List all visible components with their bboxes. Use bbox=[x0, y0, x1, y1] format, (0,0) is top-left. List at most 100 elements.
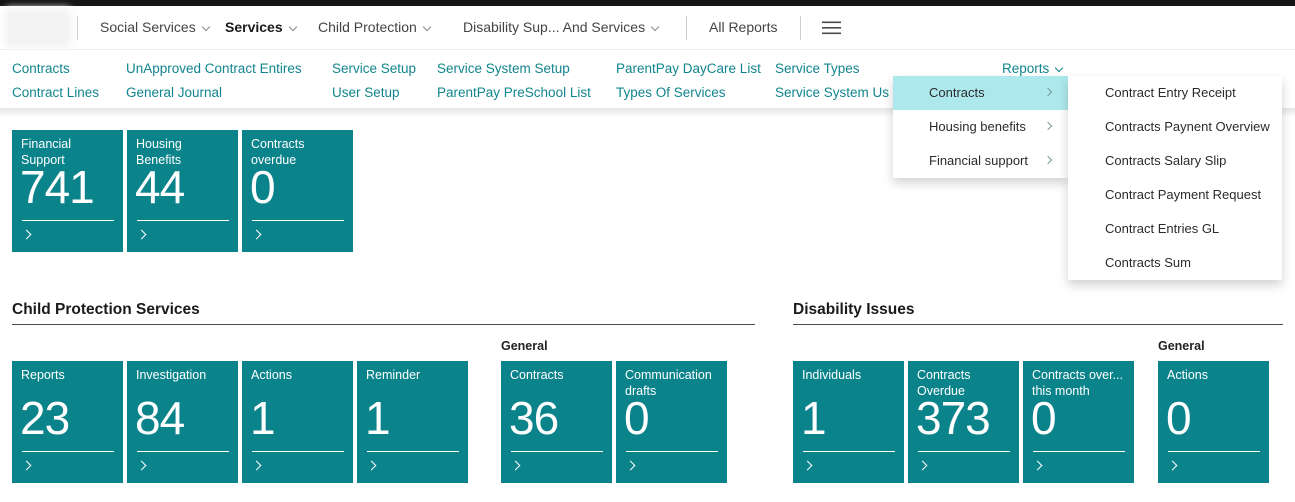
chevron-right-icon bbox=[1043, 121, 1053, 131]
chevron-right-icon bbox=[136, 229, 147, 240]
chevron-right-icon bbox=[21, 229, 32, 240]
cue-tile-value: 0 bbox=[250, 161, 276, 213]
ribbon-column: Service System Setup ParentPay PreSchool… bbox=[437, 57, 591, 105]
cue-tile-individuals[interactable]: Individuals 1 bbox=[793, 361, 904, 483]
chevron-right-icon bbox=[802, 460, 813, 471]
cue-tile-value: 84 bbox=[135, 392, 185, 444]
cue-tile-actions[interactable]: Actions 1 bbox=[242, 361, 353, 483]
cue-tile-investigation[interactable]: Investigation 84 bbox=[127, 361, 238, 483]
cue-tile-contracts-over-this-month[interactable]: Contracts over... this month 0 bbox=[1023, 361, 1134, 483]
cue-tile-contracts-overdue[interactable]: Contracts overdue 0 bbox=[242, 130, 353, 252]
tile-divider bbox=[1168, 451, 1260, 452]
ribbon-link-service-system-users[interactable]: Service System Us bbox=[775, 81, 889, 105]
cue-tile-value: 1 bbox=[250, 392, 276, 444]
submenu-item-contracts-salary-slip[interactable]: Contracts Salary Slip bbox=[1068, 144, 1282, 178]
group-label-general: General bbox=[1158, 339, 1205, 353]
chevron-down-icon bbox=[650, 22, 660, 32]
submenu-item-contracts-sum[interactable]: Contracts Sum bbox=[1068, 246, 1282, 280]
ribbon-column: UnApproved Contract Entires General Jour… bbox=[126, 57, 302, 105]
nav-item-label: Child Protection bbox=[318, 19, 417, 35]
reports-dropdown-menu: Contracts Housing benefits Financial sup… bbox=[893, 76, 1068, 178]
cue-tile-value: 1 bbox=[365, 392, 391, 444]
cue-tile-label: Contracts bbox=[510, 368, 564, 382]
ribbon-link-service-types[interactable]: Service Types bbox=[775, 57, 889, 81]
chevron-down-icon bbox=[201, 22, 210, 32]
submenu-item-contracts-paynent-overview[interactable]: Contracts Paynent Overview bbox=[1068, 110, 1282, 144]
tile-divider bbox=[252, 451, 344, 452]
cue-tile-label: Investigation bbox=[136, 368, 207, 382]
chevron-right-icon bbox=[21, 460, 32, 471]
cue-tile-value: 0 bbox=[1031, 392, 1057, 444]
nav-item-social-services[interactable]: Social Services bbox=[100, 6, 210, 49]
ribbon-column: Service Types Service System Us bbox=[775, 57, 889, 105]
tile-divider bbox=[367, 451, 459, 452]
chevron-right-icon bbox=[1032, 460, 1043, 471]
menu-item-label: Financial support bbox=[929, 153, 1028, 168]
nav-item-child-protection[interactable]: Child Protection bbox=[318, 6, 432, 49]
cue-tile-communication-drafts[interactable]: Communication drafts 0 bbox=[616, 361, 727, 483]
chevron-right-icon bbox=[1167, 460, 1178, 471]
submenu-item-contract-entries-gl[interactable]: Contract Entries GL bbox=[1068, 212, 1282, 246]
nav-item-all-reports[interactable]: All Reports bbox=[709, 6, 777, 49]
ribbon-link-contracts[interactable]: Contracts bbox=[12, 57, 99, 81]
section-rule bbox=[12, 324, 755, 325]
cue-tile-reminder[interactable]: Reminder 1 bbox=[357, 361, 468, 483]
ribbon-link-parentpay-preschool-list[interactable]: ParentPay PreSchool List bbox=[437, 81, 591, 105]
cue-tile-label: Actions bbox=[1167, 368, 1208, 382]
menu-item-contracts[interactable]: Contracts bbox=[893, 76, 1068, 110]
menu-item-financial-support[interactable]: Financial support bbox=[893, 144, 1068, 178]
chevron-down-icon bbox=[422, 22, 432, 32]
top-navbar: Social Services Services Child Protectio… bbox=[0, 6, 1295, 50]
tile-divider bbox=[626, 451, 718, 452]
chevron-right-icon bbox=[366, 460, 377, 471]
ribbon-link-service-setup[interactable]: Service Setup bbox=[332, 57, 416, 81]
divider bbox=[800, 16, 801, 40]
ribbon-link-types-of-services[interactable]: Types Of Services bbox=[616, 81, 761, 105]
ribbon-link-general-journal[interactable]: General Journal bbox=[126, 81, 302, 105]
cue-tile-value: 36 bbox=[509, 392, 559, 444]
ribbon-link-service-system-setup[interactable]: Service System Setup bbox=[437, 57, 591, 81]
ribbon-link-parentpay-daycare-list[interactable]: ParentPay DayCare List bbox=[616, 57, 761, 81]
chevron-down-icon bbox=[1055, 63, 1064, 73]
cue-tile-label: Individuals bbox=[802, 368, 862, 382]
nav-item-label: Services bbox=[225, 19, 283, 35]
cue-tile-contracts-overdue-disability[interactable]: Contracts Overdue 373 bbox=[908, 361, 1019, 483]
section-rule bbox=[793, 324, 1283, 325]
tile-divider bbox=[137, 220, 229, 221]
submenu-item-contract-entry-receipt[interactable]: Contract Entry Receipt bbox=[1068, 76, 1282, 110]
tile-divider bbox=[803, 451, 895, 452]
hamburger-menu-icon[interactable] bbox=[822, 21, 841, 40]
chevron-right-icon bbox=[1043, 87, 1053, 97]
tile-divider bbox=[137, 451, 229, 452]
tile-divider bbox=[252, 220, 344, 221]
cue-tile-contracts-general[interactable]: Contracts 36 bbox=[501, 361, 612, 483]
submenu-item-contract-payment-request[interactable]: Contract Payment Request bbox=[1068, 178, 1282, 212]
chevron-right-icon bbox=[136, 460, 147, 471]
cue-tile-value: 44 bbox=[135, 161, 185, 213]
nav-item-services[interactable]: Services bbox=[225, 6, 297, 49]
chevron-right-icon bbox=[625, 460, 636, 471]
chevron-down-icon bbox=[288, 22, 297, 32]
tile-divider bbox=[22, 220, 114, 221]
cue-tile-label: Reports bbox=[21, 368, 65, 382]
nav-item-disability-services[interactable]: Disability Sup... And Services bbox=[463, 6, 660, 49]
cue-tile-value: 1 bbox=[801, 392, 827, 444]
cue-tile-reports[interactable]: Reports 23 bbox=[12, 361, 123, 483]
tile-divider bbox=[1033, 451, 1125, 452]
tile-divider bbox=[918, 451, 1010, 452]
cue-tile-label: Reminder bbox=[366, 368, 421, 382]
ribbon-link-unapproved-contract-entires[interactable]: UnApproved Contract Entires bbox=[126, 57, 302, 81]
ribbon-link-contract-lines[interactable]: Contract Lines bbox=[12, 81, 99, 105]
menu-item-label: Contracts bbox=[929, 85, 985, 100]
cue-tile-financial-support[interactable]: Financial Support 741 bbox=[12, 130, 123, 252]
ribbon-column: Service Setup User Setup bbox=[332, 57, 416, 105]
ribbon-link-user-setup[interactable]: User Setup bbox=[332, 81, 416, 105]
cue-tile-value: 373 bbox=[916, 392, 991, 444]
contracts-submenu: Contract Entry Receipt Contracts Paynent… bbox=[1068, 76, 1282, 280]
nav-item-label: All Reports bbox=[709, 19, 778, 35]
chevron-right-icon bbox=[251, 460, 262, 471]
menu-item-housing-benefits[interactable]: Housing benefits bbox=[893, 110, 1068, 144]
cue-tile-housing-benefits[interactable]: Housing Benefits 44 bbox=[127, 130, 238, 252]
cue-tile-actions-general[interactable]: Actions 0 bbox=[1158, 361, 1269, 483]
divider bbox=[77, 16, 78, 40]
